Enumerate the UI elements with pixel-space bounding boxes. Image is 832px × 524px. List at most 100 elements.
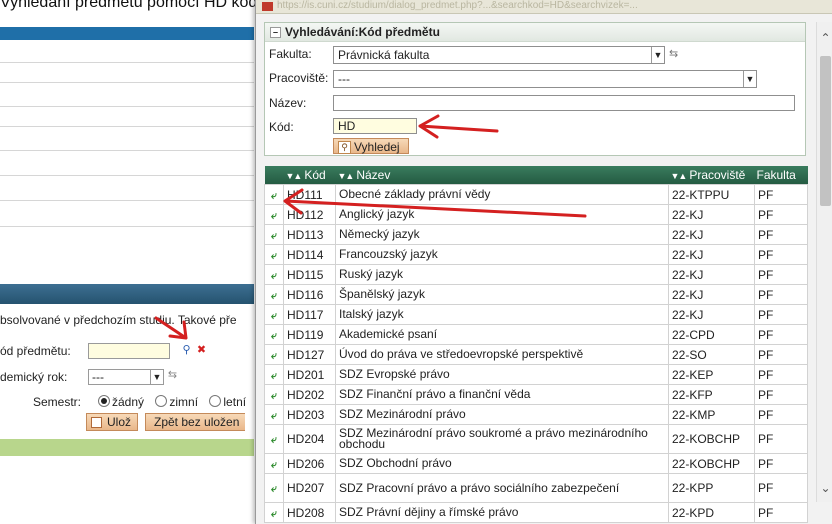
vertical-scrollbar[interactable]: ⌃ ⌄ [816,22,832,502]
select-row-icon[interactable]: ⤶ [264,502,284,523]
name-label: Název: [269,96,307,110]
table-row[interactable]: ⤶ HD204 SDZ Mezinárodní právo soukromé a p… [264,424,808,454]
footer-bar [0,439,254,456]
sort-by-department-header[interactable]: ▼▲ Pracoviště [668,166,755,185]
semester-option-summer[interactable]: letní [209,395,246,409]
row-department: 22-KJ [668,204,755,225]
search-form-panel: – Vyhledávání:Kód předmětu Fakulta: Práv… [264,22,806,156]
select-arrow-icon[interactable]: ⤶ [269,310,280,322]
table-row[interactable]: ⤶ HD201 SDZ Evropské právo 22-KEP PF [264,364,808,385]
row-name: SDZ Mezinárodní právo soukromé a právo m… [335,424,669,454]
row-name: SDZ Obchodní právo [335,453,669,474]
table-row[interactable]: ⤶ HD203 SDZ Mezinárodní právo 22-KMP PF [264,404,808,425]
table-row[interactable]: ⤶ HD116 Španělský jazyk 22-KJ PF [264,284,808,305]
select-arrow-icon[interactable]: ⤶ [269,459,280,471]
select-arrow-icon[interactable]: ⤶ [269,410,280,422]
select-row-icon[interactable]: ⤶ [264,384,284,405]
select-row-icon[interactable]: ⤶ [264,473,284,503]
select-arrow-icon[interactable]: ⤶ [269,270,280,282]
select-arrow-icon[interactable]: ⤶ [269,435,280,446]
semester-option-winter[interactable]: zimní [155,395,198,409]
select-row-icon[interactable]: ⤶ [264,204,284,225]
x-icon[interactable]: ✖ [195,344,208,357]
faculty-header: Fakulta [754,166,808,185]
code-input[interactable]: HD [333,118,417,134]
table-row[interactable]: ⤶ HD112 Anglický jazyk 22-KJ PF [264,204,808,225]
scroll-up-icon[interactable]: ⌃ [817,30,832,47]
department-value: --- [338,72,350,86]
select-arrow-icon[interactable]: ⤶ [269,390,280,402]
chevron-down-icon: ▼ [651,47,664,63]
select-row-icon[interactable]: ⤶ [264,264,284,285]
sort-by-code-header[interactable]: ▼▲ Kód [283,166,336,185]
course-code-input[interactable] [88,343,170,359]
select-arrow-icon[interactable]: ⤶ [269,484,280,495]
select-arrow-icon[interactable]: ⤶ [269,250,280,262]
select-row-icon[interactable]: ⤶ [264,424,284,454]
swap-icon[interactable]: ⇆ [166,369,179,382]
magnifier-icon[interactable]: ⚲ [180,344,193,357]
dialog-url-bar: https://is.cuni.cz/studium/dialog_predme… [256,0,832,14]
table-row[interactable]: ⤶ HD115 Ruský jazyk 22-KJ PF [264,264,808,285]
select-arrow-icon[interactable]: ⤶ [269,290,280,302]
select-arrow-icon[interactable]: ⤶ [269,508,280,520]
select-row-icon[interactable]: ⤶ [264,364,284,385]
select-row-icon[interactable]: ⤶ [264,304,284,325]
search-button[interactable]: ⚲ Vyhledej [333,138,409,154]
select-row-icon[interactable]: ⤶ [264,184,284,205]
semester-label: Semestr: [33,395,82,409]
save-button[interactable]: Ulož [86,413,139,431]
department-select[interactable]: --- ▼ [333,70,757,88]
table-row[interactable]: ⤶ HD207 SDZ Pracovní právo a právo sociáln… [264,473,808,503]
row-faculty: PF [754,502,808,523]
table-row[interactable]: ⤶ HD114 Francouzský jazyk 22-KJ PF [264,244,808,265]
row-department: 22-KOBCHP [668,453,755,474]
faculty-select[interactable]: Právnická fakulta ▼ [333,46,665,64]
collapse-icon[interactable]: – [270,27,281,38]
results-table: ▼▲ Kód ▼▲ Název ▼▲ Pracoviště Fakulta ⤶ HD11… [264,166,808,523]
select-row-icon[interactable]: ⤶ [264,344,284,365]
table-row[interactable]: ⤶ HD113 Německý jazyk 22-KJ PF [264,224,808,245]
row-department: 22-KOBCHP [668,424,755,454]
table-row[interactable]: ⤶ HD117 Italský jazyk 22-KJ PF [264,304,808,325]
table-row[interactable]: ⤶ HD127 Úvod do práva ve středoevropské pe… [264,344,808,365]
swap-icon[interactable]: ⇆ [669,47,678,60]
row-faculty: PF [754,344,808,365]
row-department: 22-KJ [668,264,755,285]
academic-year-value: --- [92,370,104,384]
row-code: HD119 [283,324,336,345]
academic-year-select[interactable]: --- ▼ [88,369,164,385]
select-arrow-icon[interactable]: ⤶ [269,330,280,342]
select-row-icon[interactable]: ⤶ [264,404,284,425]
table-row[interactable]: ⤶ HD111 Obecné základy právní vědy 22-KTPPU… [264,184,808,205]
save-icon [91,417,102,428]
name-input[interactable] [333,95,795,111]
table-row[interactable]: ⤶ HD119 Akademické psaní 22-CPD PF [264,324,808,345]
select-row-icon[interactable]: ⤶ [264,453,284,474]
table-row[interactable]: ⤶ HD208 SDZ Právní dějiny a římské právo 22… [264,502,808,523]
table-row[interactable]: ⤶ HD206 SDZ Obchodní právo 22-KOBCHP PF [264,453,808,474]
faculty-value: Právnická fakulta [338,48,430,62]
row-faculty: PF [754,324,808,345]
select-arrow-icon[interactable]: ⤶ [269,230,280,242]
sort-by-name-header[interactable]: ▼▲ Název [335,166,669,185]
select-arrow-icon[interactable]: ⤶ [269,370,280,382]
select-row-icon[interactable]: ⤶ [264,284,284,305]
back-without-saving-button[interactable]: Zpět bez uložen [145,413,246,431]
scroll-down-icon[interactable]: ⌄ [817,480,832,497]
select-arrow-icon[interactable]: ⤶ [269,350,280,362]
table-row[interactable]: ⤶ HD202 SDZ Finanční právo a finanční věda… [264,384,808,405]
select-row-icon[interactable]: ⤶ [264,324,284,345]
row-faculty: PF [754,204,808,225]
select-arrow-icon[interactable]: ⤶ [269,190,280,202]
select-arrow-icon[interactable]: ⤶ [269,210,280,222]
row-department: 22-KJ [668,244,755,265]
row-name: Akademické psaní [335,324,669,345]
scrollbar-thumb[interactable] [820,56,831,206]
semester-option-none[interactable]: žádný [98,395,144,409]
row-name: Španělský jazyk [335,284,669,305]
select-row-icon[interactable]: ⤶ [264,224,284,245]
row-department: 22-KTPPU [668,184,755,205]
select-row-icon[interactable]: ⤶ [264,244,284,265]
search-form-title: – Vyhledávání:Kód předmětu [265,23,805,42]
